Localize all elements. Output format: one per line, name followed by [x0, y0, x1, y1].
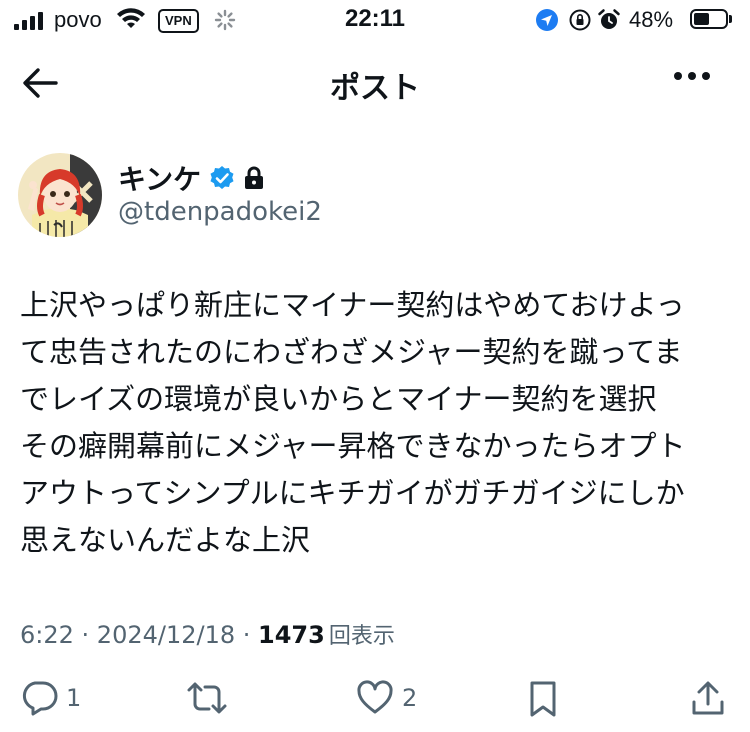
battery-percent: 48%: [629, 7, 674, 32]
bookmark-icon: [530, 681, 556, 717]
like-count: 2: [402, 684, 418, 712]
view-count: 1473: [258, 621, 325, 649]
meta-separator: ·: [235, 621, 259, 649]
page-title: ポスト: [330, 71, 420, 106]
post-text-line: その癖開幕前にメジャー昇格できなかったらオプト: [20, 429, 686, 463]
repost-icon: [187, 682, 227, 714]
post-date[interactable]: 2024/12/18: [97, 621, 235, 649]
like-button[interactable]: 2: [356, 680, 417, 716]
reply-count: 1: [66, 684, 82, 712]
post-meta: 6:22 · 2024/12/18 · 1473 回表示: [20, 618, 395, 650]
share-icon: [692, 681, 724, 715]
status-bar: povo VPN 22:11 48%: [0, 0, 750, 44]
post-text-line: 上沢やっぱり新庄にマイナー契約はやめておけよっ: [20, 288, 685, 322]
view-label: 回表示: [328, 624, 395, 649]
post-text: 上沢やっぱり新庄にマイナー契約はやめておけよっ て忠告されたのにわざわざメジャー…: [20, 282, 732, 564]
reply-icon: [22, 681, 58, 716]
lock-icon: [245, 166, 264, 189]
post-time[interactable]: 6:22: [20, 621, 74, 649]
battery-icon: [690, 9, 728, 29]
repost-button[interactable]: [186, 680, 228, 716]
avatar[interactable]: [18, 153, 102, 237]
alarm-icon: [598, 9, 620, 29]
location-icon: [536, 9, 558, 31]
post-text-line: でレイズの環境が良いからとマイナー契約を選択: [20, 382, 657, 416]
reply-button[interactable]: 1: [20, 680, 81, 716]
verified-badge-icon: [210, 166, 234, 189]
author-handle[interactable]: @tdenpadokei2: [118, 197, 322, 227]
orientation-lock-icon: [569, 9, 591, 31]
author-name[interactable]: キンケ: [118, 158, 201, 198]
battery-cap: [729, 15, 732, 23]
share-button[interactable]: [690, 680, 726, 718]
meta-separator: ·: [73, 621, 97, 649]
post-text-line: て忠告されたのにわざわざメジャー契約を蹴ってま: [20, 335, 683, 369]
bookmark-button[interactable]: [528, 680, 558, 718]
more-options-icon[interactable]: [674, 72, 710, 80]
avatar-illustration: [18, 153, 102, 237]
post-text-line: アウトってシンプルにキチガイがガチガイジにしか: [20, 476, 685, 510]
heart-icon: [357, 680, 393, 714]
post-text-line: 思えないんだよな上沢: [20, 523, 311, 557]
author-name-row: キンケ: [118, 158, 265, 198]
